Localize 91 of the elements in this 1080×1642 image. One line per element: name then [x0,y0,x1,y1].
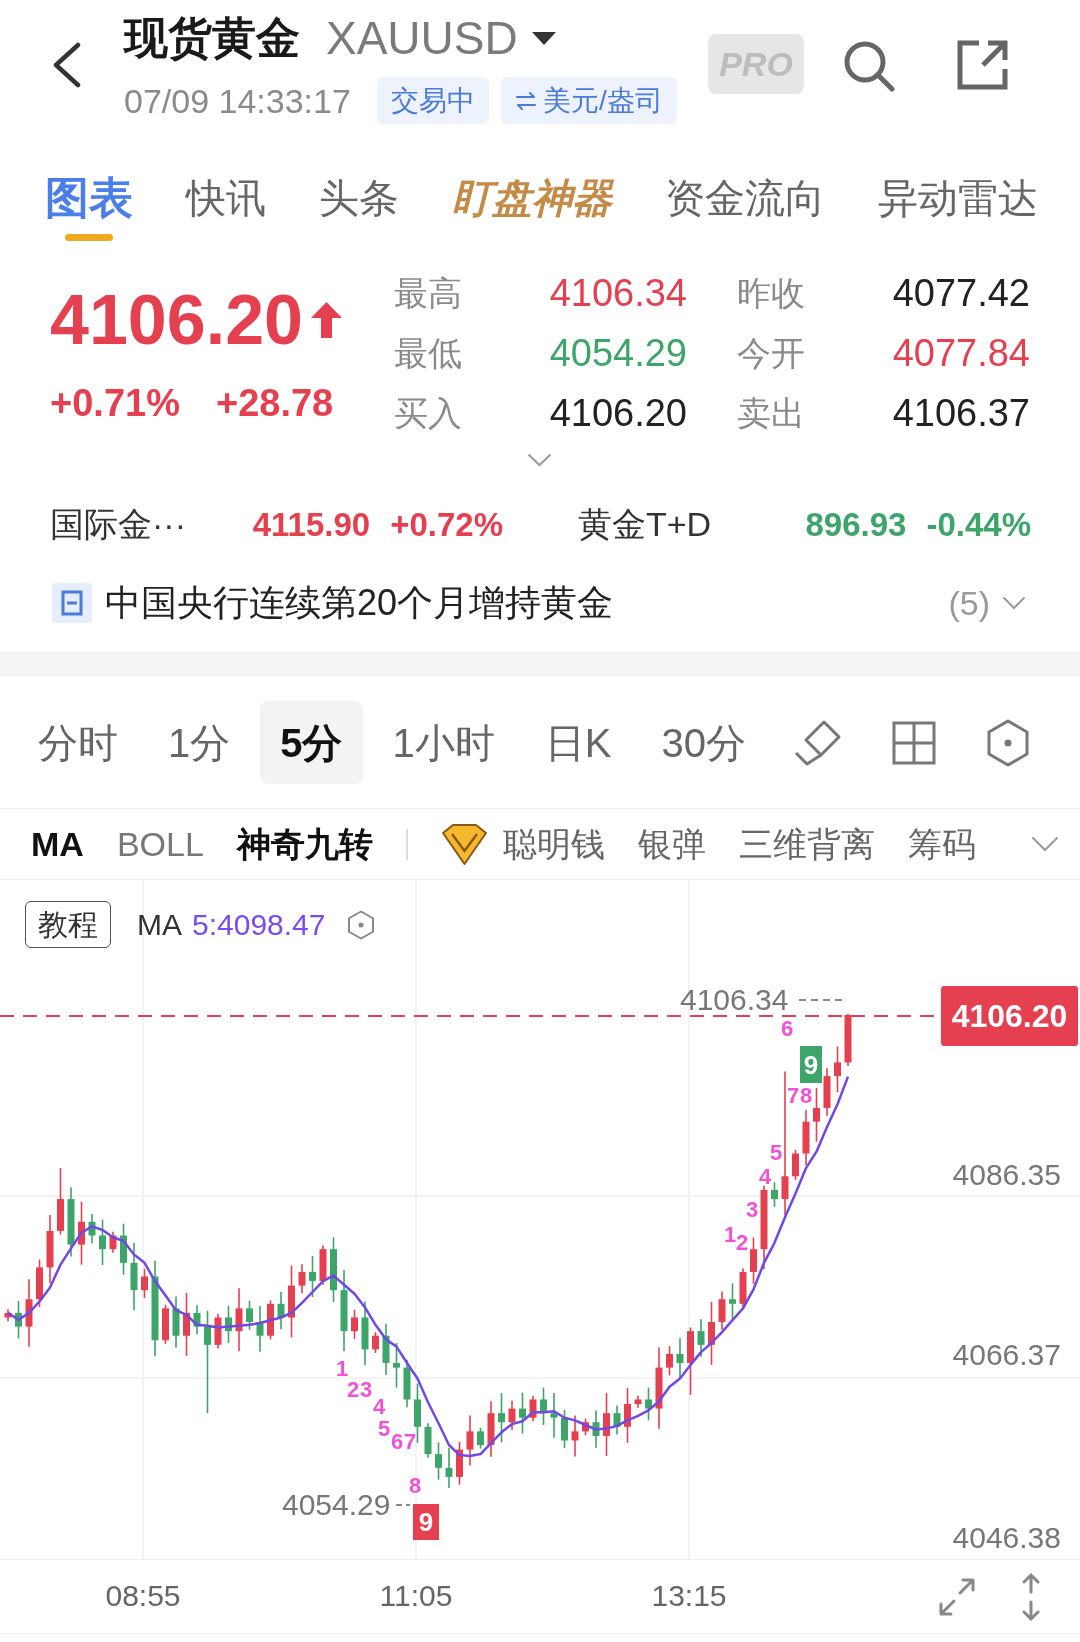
indicator-tab[interactable]: 筹码 [907,827,976,861]
chevron-down-icon[interactable] [527,453,552,467]
nav-tab[interactable]: 图表 [45,174,133,245]
unit-toggle[interactable]: 美元/盎司 [500,77,677,124]
indicator-name: MA [137,909,182,940]
sequence-count: 3 [360,1379,373,1401]
sequence-count: 6 [391,1431,404,1453]
indicator-tab[interactable]: 三维背离 [738,827,875,861]
nav-tab[interactable]: 头条 [319,174,399,245]
nav-tab[interactable]: 异动雷达 [878,174,1038,245]
timestamp: 07/09 14:33:17 [124,83,351,118]
market-name[interactable]: 黄金T+D [578,507,806,541]
hexagon-icon[interactable] [986,718,1030,767]
axis-price-label: 4086.35 [952,1159,1061,1191]
axis-price-label: 4066.37 [952,1339,1061,1371]
search-icon[interactable] [842,40,896,92]
last-price: 4106.20 [50,285,304,355]
leader-line [798,999,843,1001]
market-price: 4115.90 [252,507,371,541]
news-count: (5) [948,586,990,620]
stat-value: 4077.42 [892,274,1030,312]
stat-value: 4106.37 [892,394,1030,432]
leader-line [395,1504,411,1506]
stat-value: 4077.84 [892,334,1030,372]
axis-price-label: 4046.38 [952,1522,1061,1554]
chevron-down-icon[interactable] [1031,836,1059,852]
indicator-tab[interactable]: 聪明钱 [440,823,605,865]
sequence-count: 7 [404,1431,417,1453]
axis-time-label: 11:05 [378,1580,454,1612]
swap-icon [514,91,537,110]
nav-tab[interactable]: 资金流向 [665,174,825,245]
current-price-tag: 4106.20 [941,986,1078,1046]
sequence-count: 8 [409,1475,422,1497]
period-tab[interactable]: 分时 [18,701,138,784]
sequence-count: 7 [787,1085,800,1107]
hexagon-icon[interactable] [347,909,376,940]
period-tab[interactable]: 1分 [148,701,251,784]
stat-label: 今开 [737,336,805,370]
instrument-title: 现货黄金 [124,16,300,60]
sequence-count: 2 [736,1232,749,1254]
change-percent: +0.71% [50,384,180,422]
document-icon [52,583,92,623]
indicator-tab[interactable]: 神奇九转 [236,827,373,861]
axis-time-label: 13:15 [650,1580,728,1612]
chevron-down-icon[interactable] [1002,596,1026,610]
high-price-label: 4106.34 [680,984,789,1016]
indicator-tab[interactable]: 银弹 [637,827,706,861]
sequence-count: 8 [800,1085,813,1107]
sequence-count: 6 [781,1018,794,1040]
stat-value: 4054.29 [549,334,687,372]
stat-value: 4106.20 [549,394,687,432]
sequence-count: 4 [759,1166,772,1188]
sequence-count: 3 [746,1199,759,1221]
signal-badge: 9 [800,1046,822,1083]
stat-label: 最高 [394,276,462,310]
sequence-count: 4 [373,1396,386,1418]
stat-label: 卖出 [737,396,805,430]
sequence-count: 1 [724,1224,737,1246]
tutorial-button[interactable]: 教程 [25,901,111,948]
vertical-arrows-icon[interactable] [1022,1572,1040,1621]
sequence-count: 5 [378,1418,391,1440]
nav-tab[interactable]: 快讯 [186,174,266,245]
sequence-count: 1 [336,1358,349,1380]
status-badge: 交易中 [376,77,489,124]
market-price: 896.93 [805,507,907,541]
grid-icon[interactable] [892,720,936,765]
indicator-tab[interactable]: BOLL [116,827,204,861]
period-tab[interactable]: 5分 [260,701,363,784]
stat-label: 昨收 [737,276,805,310]
stat-label: 买入 [394,396,462,430]
sequence-count: 2 [347,1379,360,1401]
low-price-label: 4054.29 [282,1489,391,1521]
stat-label: 最低 [394,336,462,370]
indicator-tab[interactable]: MA [31,827,84,861]
period-tab[interactable]: 30分 [641,701,766,784]
news-headline[interactable]: 中国央行连续第20个月增持黄金 [105,585,949,621]
indicator-value: 5:4098.47 [192,909,326,940]
signal-badge: 9 [413,1504,439,1540]
stat-value: 4106.34 [549,274,687,312]
pen-icon[interactable] [794,718,842,767]
symbol-dropdown[interactable]: XAUUSD [326,15,556,61]
market-name[interactable]: 国际金··· [50,507,253,541]
share-icon[interactable] [955,38,1011,92]
axis-time-label: 08:55 [104,1580,182,1612]
change-amount: +28.78 [215,384,334,422]
period-tab[interactable]: 1小时 [372,701,515,784]
caret-icon [531,31,556,45]
sequence-count: 5 [770,1142,783,1164]
market-change: +0.72% [390,507,503,541]
period-tab[interactable]: 日K [524,701,632,784]
market-change: -0.44% [926,507,1031,541]
